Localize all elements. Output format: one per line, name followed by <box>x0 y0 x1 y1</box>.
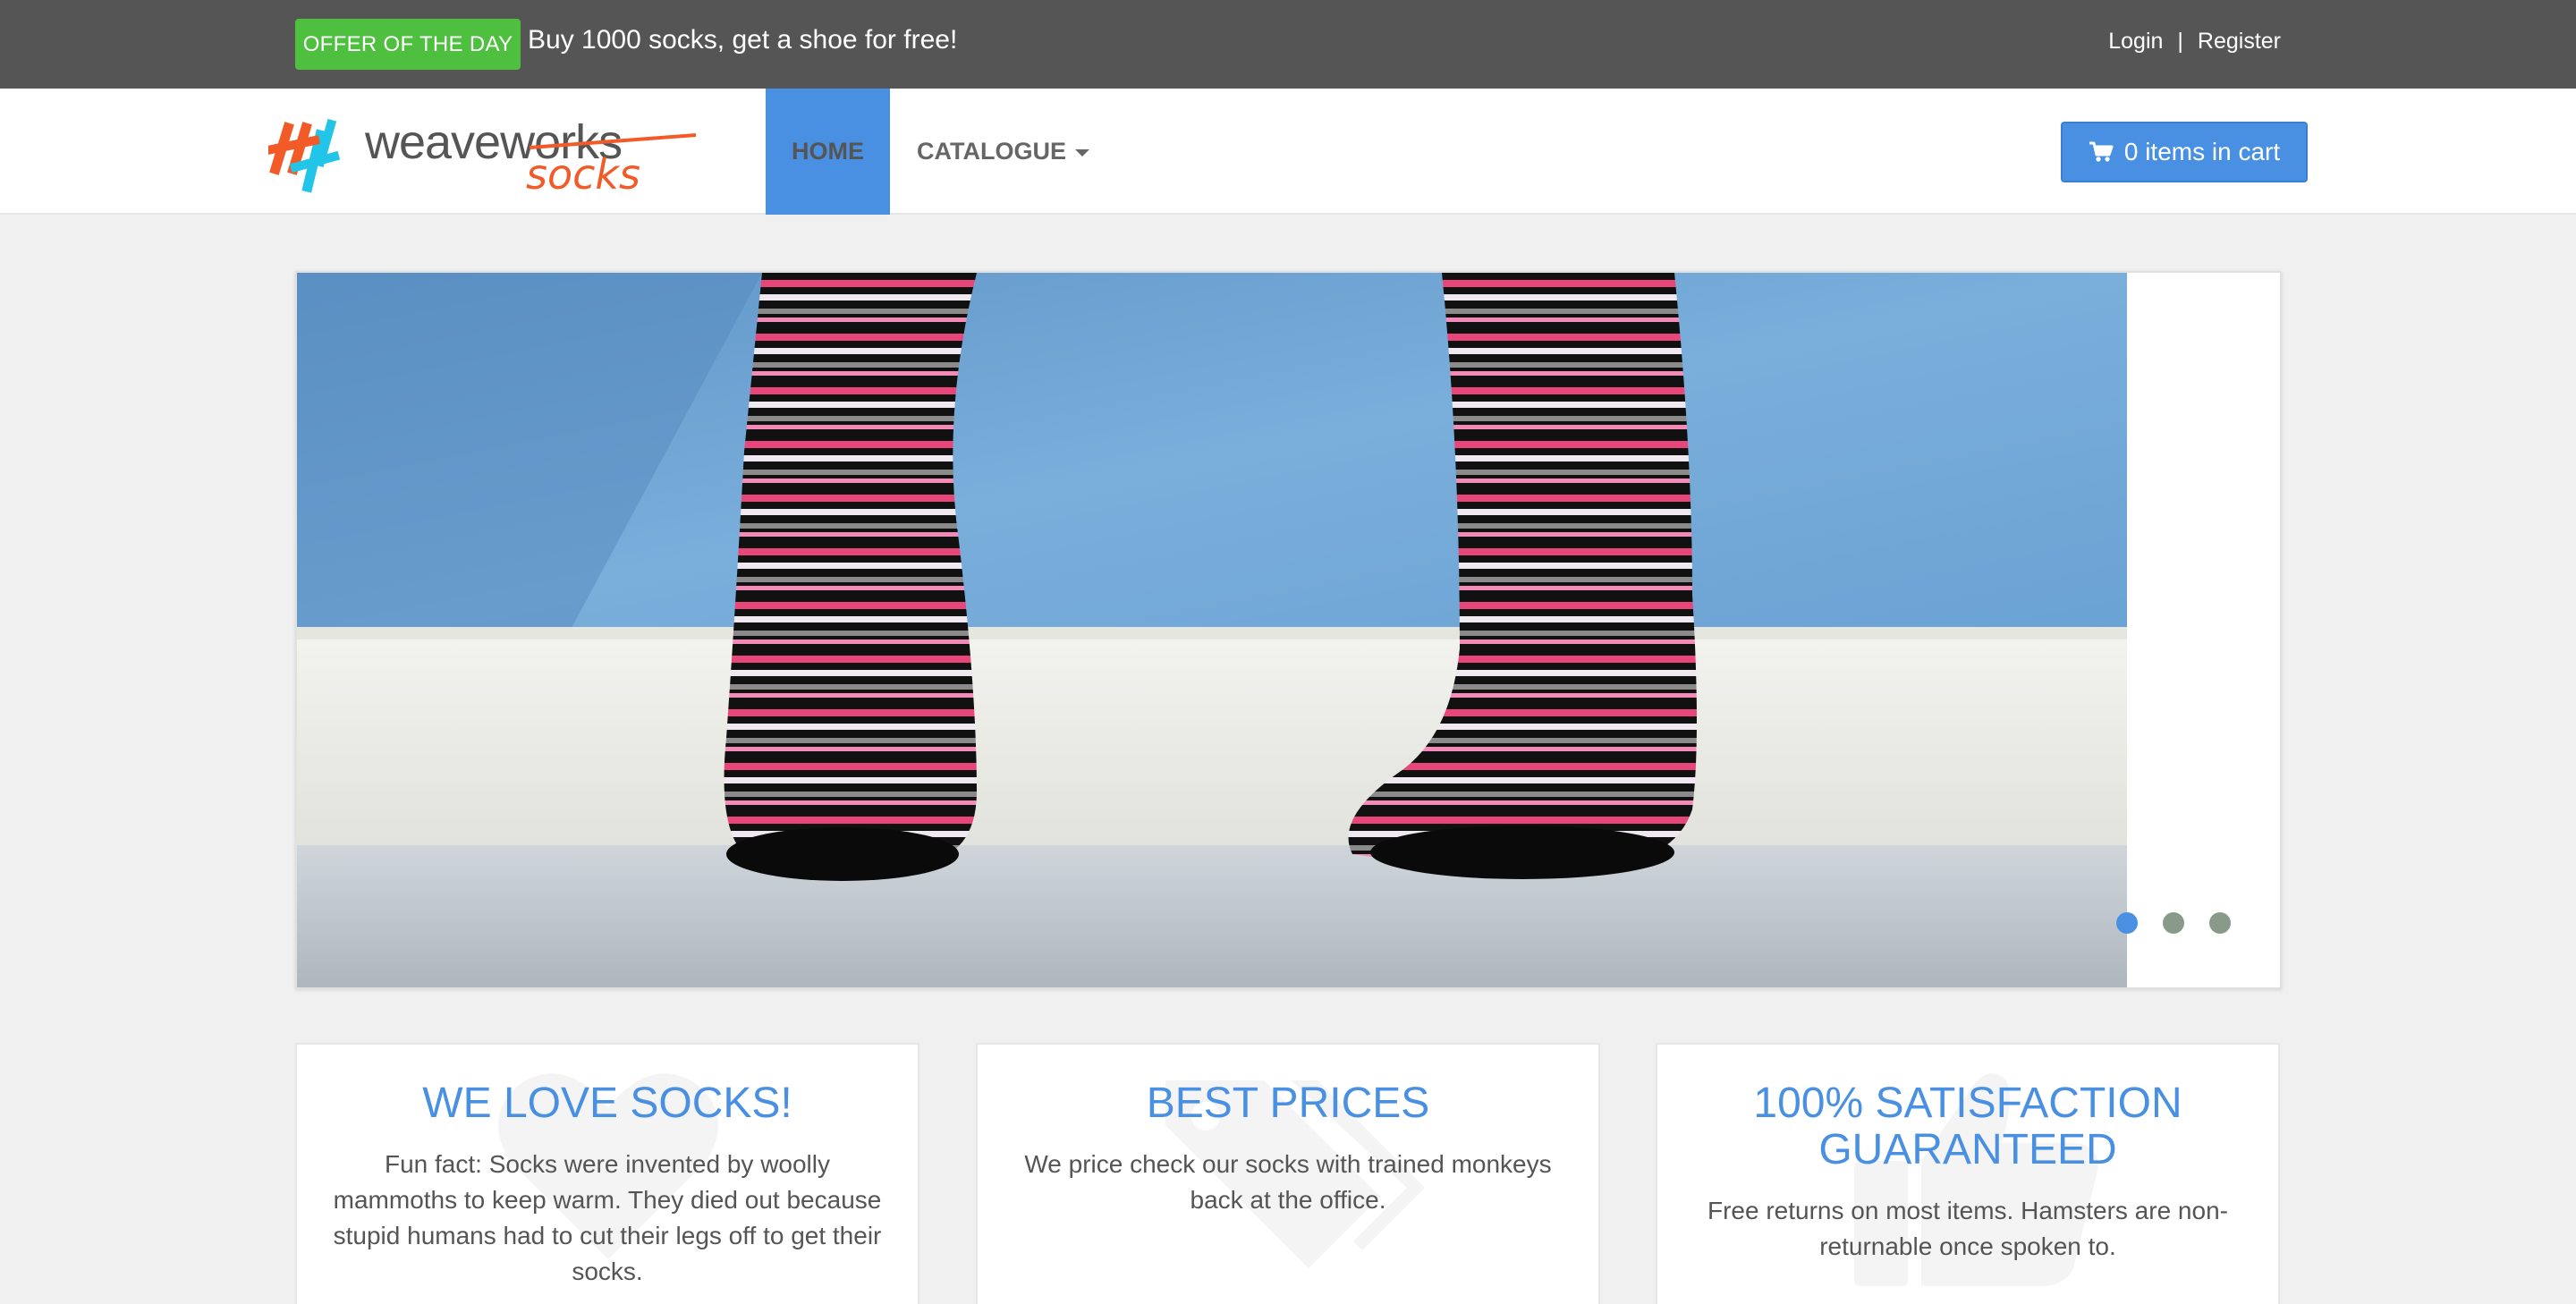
register-link[interactable]: Register <box>2198 29 2281 55</box>
carousel-dot-2[interactable] <box>2163 912 2184 934</box>
nav-catalogue-label: CATALOGUE <box>917 138 1066 165</box>
cart-button[interactable]: 0 items in cart <box>2061 122 2308 182</box>
shopping-cart-icon <box>2089 141 2114 162</box>
feature-text: We price check our socks with trained mo… <box>1024 1150 1552 1214</box>
carousel-indicators <box>2116 912 2231 934</box>
feature-box-love-socks: WE LOVE SOCKS! Fun fact: Socks were inve… <box>295 1043 919 1304</box>
logo-sub-text: socks <box>526 150 640 198</box>
caret-down-icon <box>1074 149 1089 157</box>
feature-title: BEST PRICES <box>1146 1080 1430 1127</box>
weaveworks-socks-logo[interactable]: weaveworks socks <box>267 108 698 199</box>
hero-carousel[interactable] <box>295 271 2282 989</box>
login-link[interactable]: Login <box>2108 29 2163 55</box>
logo-mark-icon: weaveworks socks <box>267 115 697 199</box>
carousel-dot-1[interactable] <box>2116 912 2138 934</box>
nav-home[interactable]: HOME <box>766 89 890 215</box>
link-separator: | <box>2177 29 2183 54</box>
cart-label: 0 items in cart <box>2123 138 2281 165</box>
feature-box-satisfaction: 100% SATISFACTION GUARANTEED Free return… <box>1656 1043 2280 1304</box>
feature-box-best-prices: BEST PRICES We price check our socks wit… <box>976 1043 1600 1304</box>
account-links: Login | Register <box>2108 29 2281 55</box>
nav-catalogue[interactable]: CATALOGUE <box>917 89 1089 215</box>
offer-text: Buy 1000 socks, get a shoe for free! <box>528 25 958 55</box>
carousel-slide-image <box>297 273 2127 987</box>
feature-title: 100% SATISFACTION GUARANTEED <box>1753 1080 2182 1173</box>
feature-title: WE LOVE SOCKS! <box>422 1080 792 1127</box>
carousel-dot-3[interactable] <box>2209 912 2231 934</box>
feature-text: Fun fact: Socks were invented by woolly … <box>333 1150 882 1285</box>
offer-of-the-day-badge[interactable]: OFFER OF THE DAY <box>295 19 521 70</box>
top-bar: OFFER OF THE DAY Buy 1000 socks, get a s… <box>0 0 2576 89</box>
main-navbar: weaveworks socks HOME CATALOGUE 0 items … <box>0 89 2576 215</box>
feature-text: Free returns on most items. Hamsters are… <box>1707 1197 2228 1260</box>
